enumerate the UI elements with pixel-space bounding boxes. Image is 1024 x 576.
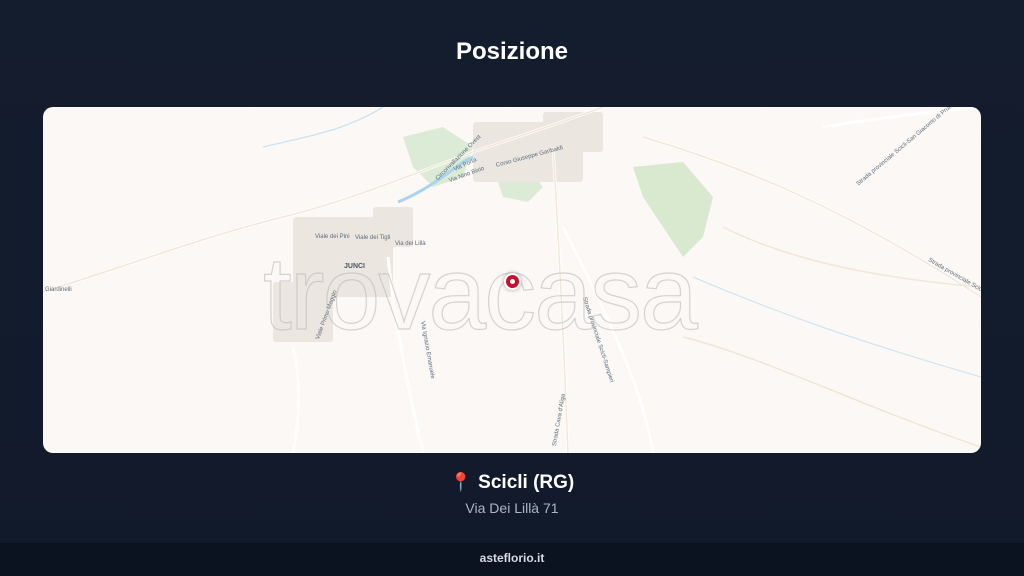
map-stream [262,107,384,148]
footer-brand[interactable]: asteflorio.it [480,551,545,565]
map-stream [692,276,981,378]
location-city-label: Scicli (RG) [478,472,575,493]
location-city: 📍 Scicli (RG) [0,472,1024,494]
section-title: Posizione [455,38,569,65]
map-watermark: trovacasa [262,235,698,352]
map-pin-icon: 📍 [449,472,473,492]
footer: asteflorio.it [0,543,1024,576]
location-address: Via Dei Lillà 71 [465,500,559,516]
map[interactable]: JUNCI Viale dei Pini Viale dei Tigli Via… [43,107,981,453]
location-marker-icon[interactable] [504,273,521,290]
map-label-giardinelli: Giardinelli [45,287,72,293]
